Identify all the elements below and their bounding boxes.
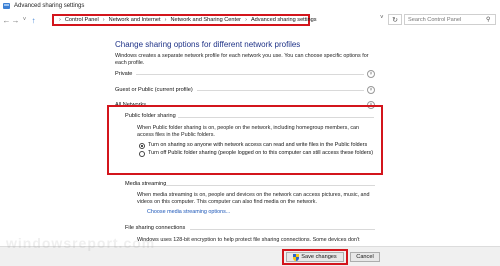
profile-private[interactable]: Private ˅ — [115, 69, 375, 79]
recent-locations-chevron-icon[interactable]: ˅ — [20, 14, 29, 26]
public-sharing-off-label: Turn off Public folder sharing (people l… — [148, 150, 374, 156]
public-sharing-on-label: Turn on sharing so anyone with network a… — [148, 142, 368, 148]
save-changes-button[interactable]: Save changes — [286, 252, 344, 262]
public-sharing-on-option[interactable]: Turn on sharing so anyone with network a… — [139, 142, 377, 149]
window-title: Advanced sharing settings — [14, 3, 85, 9]
profile-private-label: Private — [115, 71, 133, 77]
uac-shield-icon — [293, 253, 300, 261]
radio-button-checked[interactable] — [139, 143, 145, 149]
search-input[interactable] — [408, 16, 486, 23]
breadcrumb[interactable]: › Control Panel › Network and Internet ›… — [52, 14, 317, 26]
profile-guest-public-label: Guest or Public (current profile) — [115, 87, 193, 93]
media-streaming-title: Media streaming — [125, 181, 167, 187]
media-streaming-description: When media streaming is on, people and d… — [137, 192, 370, 206]
refresh-icon[interactable]: ↻ — [388, 14, 402, 25]
forward-arrow-icon[interactable]: → — [11, 14, 20, 26]
media-streaming-options-link[interactable]: Choose media streaming options... — [147, 209, 230, 215]
cancel-button[interactable]: Cancel — [350, 252, 380, 262]
public-folder-sharing-title: Public folder sharing — [125, 113, 176, 119]
radio-button-unchecked[interactable] — [139, 151, 145, 157]
profile-guest-public[interactable]: Guest or Public (current profile) ˅ — [115, 85, 375, 95]
main-content: Change sharing options for different net… — [0, 28, 500, 266]
up-arrow-icon[interactable]: ↑ — [29, 14, 38, 26]
watermark-logo: windowsreport.com — [6, 235, 156, 251]
search-box[interactable]: ⚲ — [404, 14, 496, 25]
save-changes-label: Save changes — [301, 254, 337, 260]
expand-chevron-icon[interactable]: ˅ — [367, 70, 375, 78]
breadcrumb-control-panel[interactable]: Control Panel — [65, 17, 99, 23]
save-changes-highlight: Save changes — [282, 249, 348, 265]
breadcrumb-network-and-internet[interactable]: Network and Internet — [109, 17, 161, 23]
page-title: Change sharing options for different net… — [115, 40, 301, 49]
public-sharing-off-option[interactable]: Turn off Public folder sharing (people l… — [139, 150, 377, 157]
address-dropdown-chevron-icon[interactable]: ˅ — [380, 15, 384, 21]
back-arrow-icon[interactable]: ← — [2, 14, 11, 26]
title-bar: Advanced sharing settings — [0, 0, 500, 12]
breadcrumb-advanced-sharing-settings[interactable]: Advanced sharing settings — [251, 17, 317, 23]
address-row: ← → ˅ ↑ › Control Panel › Network and In… — [0, 12, 500, 28]
file-sharing-description: Windows uses 128-bit encryption to help … — [137, 237, 360, 243]
file-sharing-title: File sharing connections — [125, 225, 186, 231]
public-folder-sharing-description: When Public folder sharing is on, people… — [137, 125, 360, 139]
search-icon[interactable]: ⚲ — [486, 16, 490, 23]
expand-chevron-icon[interactable]: ˅ — [367, 86, 375, 94]
intro-text: Windows creates a separate network profi… — [115, 53, 369, 67]
breadcrumb-network-and-sharing-center[interactable]: Network and Sharing Center — [170, 17, 241, 23]
network-settings-icon — [3, 3, 10, 9]
